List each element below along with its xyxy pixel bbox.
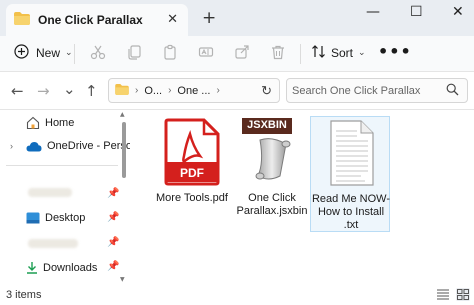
folder-icon (115, 83, 129, 98)
search-placeholder: Search One Click Parallax (292, 85, 421, 97)
details-view-icon[interactable] (436, 288, 450, 301)
rename-icon (198, 44, 214, 63)
back-button[interactable]: ← (11, 82, 24, 100)
new-button[interactable]: New ⌄ (14, 44, 73, 62)
file-name: Read Me NOW-How to Install .txt (311, 193, 391, 231)
minimize-button[interactable]: — (366, 4, 380, 20)
chevron-right-icon[interactable]: › (10, 141, 20, 151)
new-tab-button[interactable]: + (202, 8, 216, 28)
sidebar-item-downloads[interactable]: Downloads (10, 261, 97, 274)
pin-icon: 📌 (107, 261, 120, 272)
sidebar-scrollbar-thumb[interactable] (122, 122, 126, 178)
cut-button[interactable] (90, 44, 106, 63)
jsxbin-badge-text: JSXBIN (247, 119, 287, 131)
sort-label: Sort (331, 46, 354, 60)
title-bar: One Click Parallax ✕ + — ☐ ✕ (0, 0, 474, 36)
chevron-down-icon: ⌄ (358, 48, 366, 58)
breadcrumb-separator: › (135, 85, 139, 96)
recent-locations-button[interactable]: ⌄ (63, 80, 76, 98)
sidebar-item-label: Home (45, 117, 75, 129)
more-options-button[interactable]: ••• (378, 42, 412, 61)
close-window-button[interactable]: ✕ (452, 4, 464, 20)
large-icons-view-icon[interactable] (456, 288, 470, 301)
status-bar: 3 items (0, 285, 474, 305)
navigation-pane: Home › OneDrive - Persona 📌 Desktop 📌 📌 … (0, 110, 144, 297)
address-bar[interactable]: › O... › One ... › ↻ (108, 78, 280, 103)
script-file-icon: JSXBIN (242, 118, 302, 186)
sort-button[interactable]: Sort ⌄ (311, 44, 366, 62)
command-bar: New ⌄ Sort ⌄ ••• (0, 36, 474, 72)
maximize-button[interactable]: ☐ (410, 4, 423, 20)
search-icon (446, 83, 459, 99)
paste-button[interactable] (162, 44, 178, 63)
clipboard-icon (162, 44, 178, 63)
text-file-icon (321, 119, 381, 187)
file-name: More Tools.pdf (156, 192, 228, 204)
scroll-down-arrow[interactable]: ▼ (120, 276, 125, 283)
file-name: One Click Parallax.jsxbin (236, 192, 308, 217)
forward-button[interactable]: → (37, 82, 50, 100)
pin-icon: 📌 (107, 212, 120, 223)
blurred-item (28, 188, 72, 197)
copy-icon (126, 44, 142, 63)
breadcrumb-item[interactable]: O... (144, 85, 162, 97)
up-button[interactable]: ↑ (85, 82, 98, 100)
sidebar-item-desktop[interactable]: Desktop (10, 212, 85, 224)
desktop-icon (26, 212, 40, 224)
refresh-icon[interactable]: ↻ (261, 83, 272, 99)
file-item-jsxbin[interactable]: JSXBIN One Click Parallax.jsxbin (232, 116, 312, 234)
breadcrumb-separator: › (216, 85, 220, 96)
trash-icon (270, 44, 286, 63)
toolbar-divider (300, 44, 301, 64)
scissors-icon (90, 44, 106, 63)
cloud-icon (26, 141, 42, 152)
scroll-up-arrow[interactable]: ▲ (120, 111, 125, 118)
plus-circle-icon (14, 44, 29, 62)
share-icon (234, 44, 250, 63)
sidebar-item-label: Desktop (45, 212, 86, 224)
file-item-pdf[interactable]: PDF More Tools.pdf (152, 116, 232, 234)
breadcrumb-item[interactable]: One ... (177, 85, 210, 97)
rename-button[interactable] (198, 44, 214, 63)
pdf-file-icon: PDF (162, 118, 222, 186)
breadcrumb-separator: › (168, 85, 172, 96)
new-label: New (36, 46, 61, 60)
copy-button[interactable] (126, 44, 142, 63)
download-arrow-icon (26, 261, 38, 274)
pdf-badge-text: PDF (180, 166, 204, 180)
share-button[interactable] (234, 44, 250, 63)
sort-icon (311, 44, 326, 62)
tab-one-click-parallax[interactable]: One Click Parallax ✕ (6, 4, 188, 36)
close-icon[interactable]: ✕ (167, 12, 178, 27)
file-item-txt[interactable]: Read Me NOW-How to Install .txt (310, 116, 390, 232)
folder-icon (14, 12, 30, 28)
blurred-item (28, 239, 78, 248)
search-input[interactable]: Search One Click Parallax (286, 78, 468, 103)
navigation-bar: ← → ⌄ ↑ › O... › One ... › ↻ Search One … (0, 72, 474, 110)
delete-button[interactable] (270, 44, 286, 63)
sidebar-divider (6, 165, 118, 166)
chevron-down-icon: ⌄ (65, 48, 73, 58)
item-count: 3 items (6, 289, 42, 301)
sidebar-item-label: Downloads (43, 261, 98, 274)
home-icon (26, 116, 40, 130)
tab-label: One Click Parallax (38, 13, 143, 27)
pin-icon: 📌 (107, 188, 120, 199)
sidebar-item-home[interactable]: Home (10, 116, 74, 130)
pin-icon: 📌 (107, 237, 120, 248)
toolbar-divider (74, 44, 75, 64)
file-list: PDF More Tools.pdf JSXBIN One Click Para… (130, 110, 474, 285)
